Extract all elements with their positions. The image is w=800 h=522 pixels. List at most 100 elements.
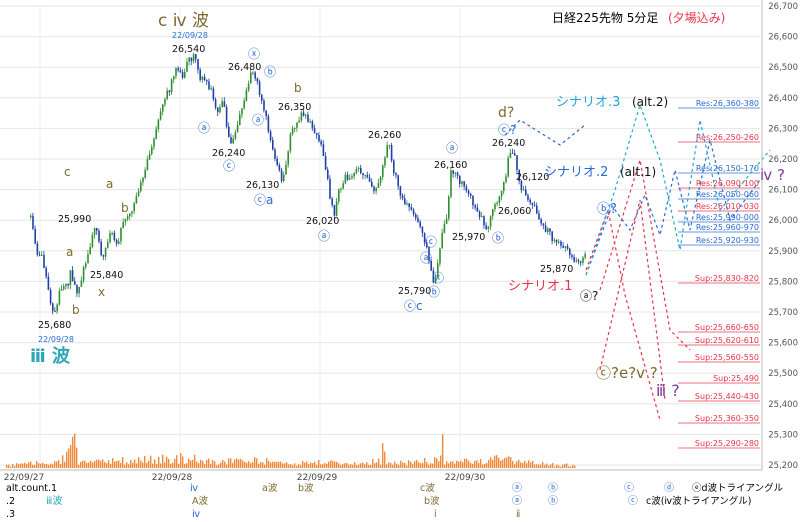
candle-body [157, 119, 160, 130]
volume-bar [358, 464, 360, 468]
candle-body [531, 202, 534, 205]
volume-bar [574, 465, 576, 468]
volume-bar [178, 463, 180, 468]
candle-body [362, 173, 364, 176]
y-tick-label: 25,300 [768, 430, 798, 440]
volume-bar [128, 464, 130, 468]
candle-body [232, 138, 234, 144]
volume-bar [46, 464, 48, 468]
resistance-label: Res:26,010-030 [696, 202, 759, 211]
volume-bar [242, 460, 244, 468]
support-label: Sup:25,560-550 [695, 353, 759, 362]
volume-bar [330, 460, 332, 468]
candle-body [47, 276, 50, 290]
candle-body [153, 138, 155, 148]
candle-body [582, 257, 584, 263]
legend-row2-b-wave: b波 [424, 495, 440, 507]
volume-bar [316, 465, 318, 468]
candle-body [230, 137, 232, 144]
volume-bar [464, 458, 466, 468]
candle-body [162, 104, 164, 112]
y-tick-label: 25,900 [768, 247, 798, 257]
volume-bar [292, 465, 294, 468]
volume-bar [424, 458, 426, 468]
volume-bar [208, 458, 210, 468]
support-label: Sup:25,830-820 [695, 274, 759, 283]
resistance-label: Res:25,990-000 [696, 213, 759, 222]
candle-body [368, 177, 371, 182]
volume-bar [40, 463, 42, 468]
candle-body [287, 151, 289, 165]
volume-bar [186, 463, 188, 468]
volume-bar [100, 460, 102, 468]
volume-bar [232, 462, 234, 468]
volume-bar [38, 463, 40, 468]
volume-bar [14, 466, 16, 468]
volume-bar [288, 464, 290, 468]
candle-body [386, 145, 388, 158]
candle-body [221, 101, 223, 107]
candle-body [32, 215, 34, 229]
volume-bar [196, 461, 198, 468]
volume-bar [352, 464, 354, 468]
volume-bar [430, 463, 432, 468]
volume-bar [396, 463, 398, 468]
volume-bar [390, 462, 392, 468]
wave-small-x: x [98, 285, 105, 299]
volume-bar [460, 460, 462, 468]
price-label: 26,160 [434, 160, 467, 171]
y-tick-label: 25,400 [768, 400, 798, 410]
candle-body [71, 270, 74, 282]
volume-bar [150, 455, 152, 468]
wave-c-question: ⓒ? [498, 123, 516, 137]
y-tick-label: 26,200 [768, 155, 798, 165]
volume-bar [564, 463, 566, 468]
volume-bar [76, 447, 78, 468]
candle-body [280, 170, 283, 181]
volume-bar [134, 459, 136, 468]
candle-body [146, 159, 149, 170]
candle-body [107, 242, 109, 248]
candle-body [236, 124, 239, 133]
volume-bar [110, 463, 112, 468]
volume-bar [200, 459, 202, 468]
volume-bar [534, 464, 536, 468]
candle-body [344, 174, 347, 184]
volume-bar [94, 460, 96, 468]
volume-bar [492, 459, 494, 468]
volume-bar [212, 460, 214, 468]
candle-body [555, 239, 558, 243]
wave-iv-question: ⅳ ? [760, 166, 785, 184]
candle-body [360, 167, 362, 174]
volume-bar [140, 460, 142, 468]
volume-bar [450, 461, 452, 468]
volume-bar [356, 465, 358, 468]
price-label: 26,350 [278, 102, 311, 113]
volume-bar [260, 462, 262, 468]
volume-bar [530, 462, 532, 468]
candle-body [320, 141, 322, 145]
price-label: 26,540 [172, 44, 205, 55]
volume-bar [298, 464, 300, 468]
volume-bar [458, 461, 460, 468]
candle-body [102, 255, 105, 257]
volume-bar [90, 460, 92, 468]
volume-bar [214, 461, 216, 468]
legend-row1-iv: ⅳ [190, 483, 198, 494]
volume-bar [404, 462, 406, 468]
candle-body [148, 153, 151, 160]
wave-a-label-2: ⓐ [252, 113, 264, 127]
volume-bar [418, 462, 420, 468]
scenario-2-note: (alt.1) [620, 165, 656, 179]
resistance-label: Res:25,960-970 [696, 223, 759, 232]
candle-body [74, 281, 76, 285]
candle-body [58, 290, 61, 305]
candle-body [113, 232, 116, 241]
wave-x-label-2: ⓧ [432, 271, 444, 285]
candle-body [98, 230, 100, 242]
volume-bar [398, 464, 400, 468]
candle-body [192, 54, 195, 62]
volume-bar [104, 462, 106, 468]
candle-body [503, 182, 505, 191]
candle-body [338, 189, 340, 202]
